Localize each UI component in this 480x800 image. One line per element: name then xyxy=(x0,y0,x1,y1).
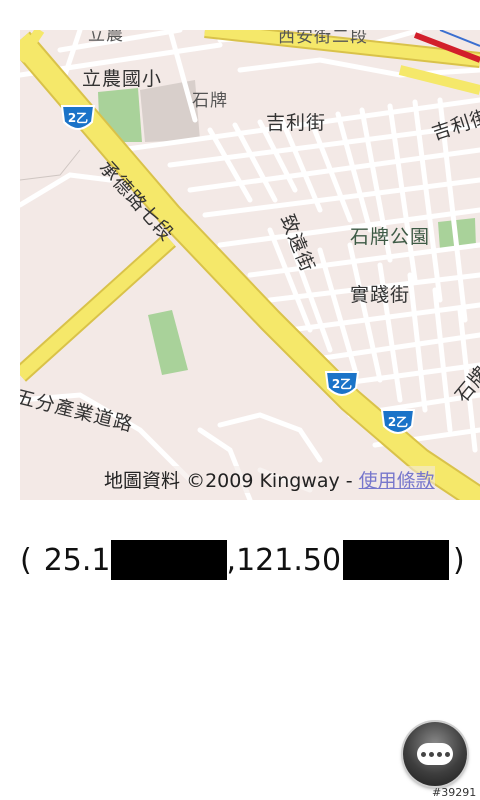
route-shield-icon: 2乙 xyxy=(378,406,418,438)
coordinates-readout: ( 25.1 , 121.50 ) xyxy=(20,540,465,580)
map-label-shi-pai-small: 石牌 xyxy=(192,91,228,111)
map-label-ji-li-street: 吉利街 xyxy=(266,112,327,134)
menu-button[interactable] xyxy=(403,722,467,786)
map-label-shi-pai-park: 石牌公園 xyxy=(350,226,431,248)
longitude-prefix: 121.50 xyxy=(236,542,342,578)
map-view[interactable]: 立農 西安街二段 立農國小 石牌 吉利街 吉利街 承德路七段 石牌公園 致遠街 … xyxy=(20,30,480,500)
coords-open-paren: ( xyxy=(20,542,32,578)
map-data-label: 地圖資料 xyxy=(104,470,181,492)
route-shield-label: 2乙 xyxy=(68,111,88,125)
map-label-top-road: 西安街二段 xyxy=(278,30,368,47)
terms-of-use-link[interactable]: 使用條款 xyxy=(359,470,435,492)
route-shield-label: 2乙 xyxy=(388,415,408,429)
route-shield-icon: 2乙 xyxy=(58,102,98,134)
app-screen: 立農 西安街二段 立農國小 石牌 吉利街 吉利街 承德路七段 石牌公園 致遠街 … xyxy=(0,0,480,800)
map-attribution: 地圖資料 ©2009 Kingway - 使用條款 xyxy=(104,466,435,493)
watermark: #39291 xyxy=(432,786,477,799)
map-label-top-clipped: 立農 xyxy=(88,30,124,45)
route-shield-label: 2乙 xyxy=(332,377,352,391)
map-label-shi-jian-street: 實踐街 xyxy=(350,284,411,306)
latitude-prefix: 25.1 xyxy=(43,542,111,578)
more-dots-icon xyxy=(417,743,453,765)
latitude-redaction xyxy=(110,540,227,580)
coords-separator: , xyxy=(226,542,237,578)
longitude-redaction xyxy=(343,540,450,580)
coords-close-paren: ) xyxy=(453,542,465,578)
map-copyright: ©2009 Kingway - xyxy=(186,470,353,492)
route-shield-icon: 2乙 xyxy=(322,368,362,400)
map-label-li-nong-school: 立農國小 xyxy=(82,68,163,90)
